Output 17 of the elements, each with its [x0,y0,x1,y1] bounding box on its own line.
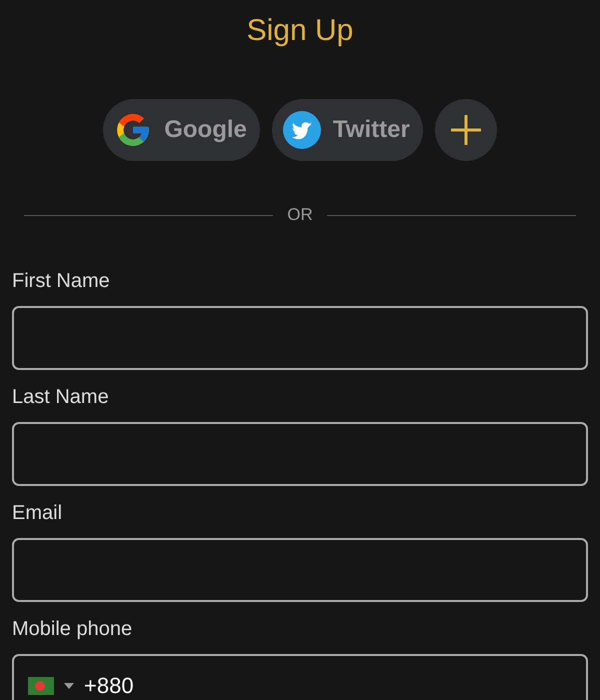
flag-icon [28,677,54,695]
page-title: Sign Up [246,13,354,49]
input-field[interactable] [12,422,588,486]
input-field[interactable] [12,538,588,602]
caret-icon[interactable] [64,683,74,689]
phone-field[interactable]: +880 [12,654,588,700]
input-field[interactable] [12,306,588,370]
field-label: Email [12,501,64,525]
divider-label: OR [287,205,313,225]
field-label: First Name [12,269,111,293]
bird-icon [282,111,321,149]
field-label: Last Name [12,385,110,409]
field-label: Mobile phone [12,617,134,641]
google-sign-in-button[interactable]: Google [103,99,260,161]
dial-code: +880 [84,673,134,699]
plus-icon [450,115,481,145]
twitter-sign-in-button[interactable]: Twitter [272,99,423,161]
